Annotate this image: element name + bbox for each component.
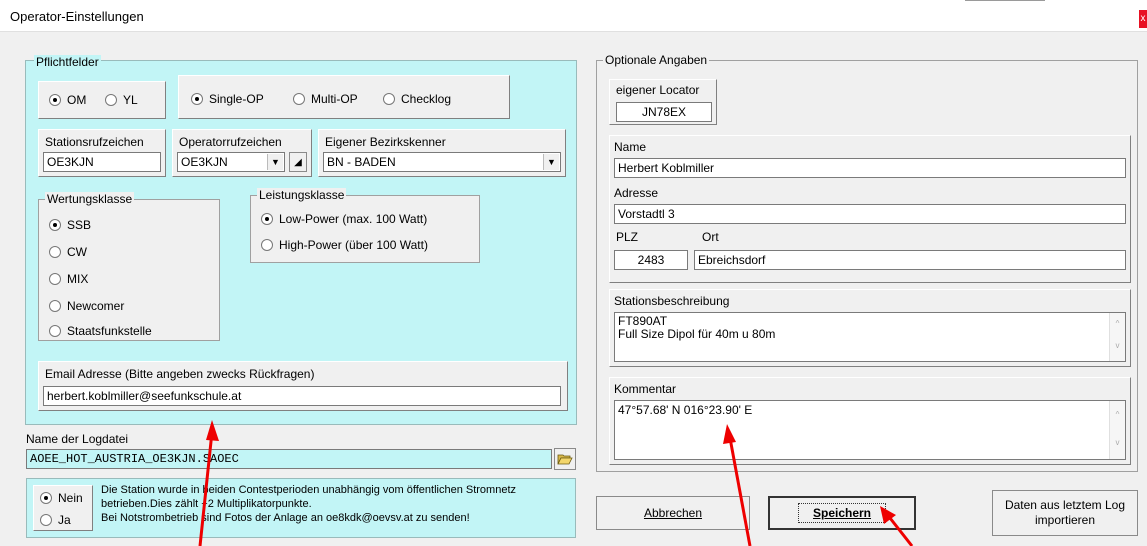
annotation-arrows <box>198 420 914 546</box>
annotation-arrow-save <box>888 517 914 546</box>
annotation-arrowhead-comment <box>723 424 736 444</box>
annotation-arrowhead-logfile <box>206 420 219 441</box>
annotation-arrow-logfile <box>198 431 214 546</box>
annotation-arrow-comment <box>728 437 752 546</box>
